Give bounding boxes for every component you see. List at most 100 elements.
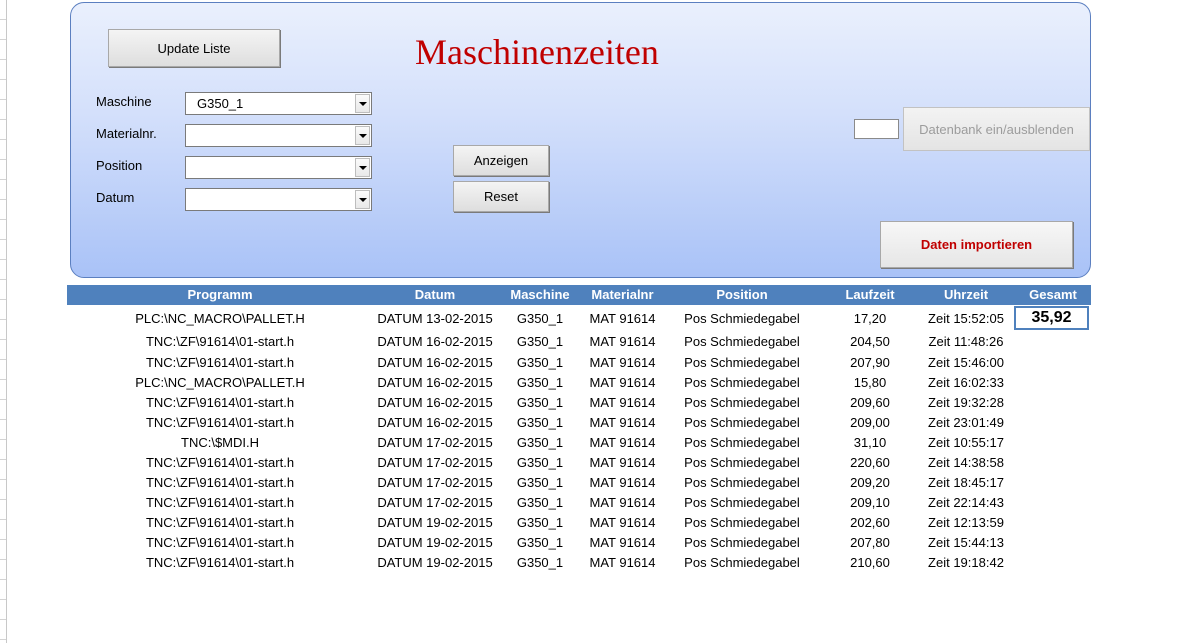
cell-datum: DATUM 17-02-2015 [377, 495, 493, 510]
reset-button[interactable]: Reset [453, 181, 549, 212]
cell-materialnr: MAT 91614 [589, 415, 656, 430]
cell-programm: TNC:\ZF\91614\01-start.h [145, 495, 295, 510]
cell-maschine: G350_1 [516, 355, 564, 370]
update-list-button[interactable]: Update Liste [108, 29, 280, 67]
cell-datum: DATUM 16-02-2015 [377, 375, 493, 390]
chevron-down-icon[interactable] [355, 126, 370, 145]
cell-maschine: G350_1 [516, 435, 564, 450]
cell-laufzeit: 210,60 [850, 555, 890, 570]
header-position: Position [716, 287, 768, 302]
header-datum: Datum [414, 287, 456, 302]
cell-maschine: G350_1 [516, 515, 564, 530]
position-dropdown[interactable] [185, 156, 372, 179]
cell-position: Pos Schmiedegabel [684, 555, 800, 570]
cell-programm: TNC:\ZF\91614\01-start.h [145, 475, 295, 490]
cell-materialnr: MAT 91614 [589, 375, 656, 390]
cell-datum: DATUM 19-02-2015 [377, 535, 493, 550]
cell-materialnr: MAT 91614 [589, 475, 656, 490]
cell-uhrzeit: Zeit 10:55:17 [928, 435, 1004, 450]
cell-programm: TNC:\ZF\91614\01-start.h [145, 555, 295, 570]
cell-programm: PLC:\NC_MACRO\PALLET.H [135, 311, 305, 326]
cell-datum: DATUM 17-02-2015 [377, 455, 493, 470]
cell-maschine: G350_1 [516, 415, 564, 430]
cell-uhrzeit: Zeit 16:02:33 [928, 375, 1004, 390]
cell-position: Pos Schmiedegabel [684, 515, 800, 530]
header-materialnr: Materialnr [591, 287, 654, 302]
cell-position: Pos Schmiedegabel [684, 475, 800, 490]
cell-laufzeit: 31,10 [853, 435, 887, 450]
cell-maschine: G350_1 [516, 375, 564, 390]
cell-programm: TNC:\$MDI.H [181, 435, 259, 450]
cell-maschine: G350_1 [516, 535, 564, 550]
cell-datum: DATUM 16-02-2015 [377, 395, 493, 410]
table-row: TNC:\ZF\91614\01-start.h DATUM 16-02-2015… [0, 415, 1100, 435]
cell-laufzeit: 202,60 [850, 515, 890, 530]
table-row: TNC:\ZF\91614\01-start.h DATUM 19-02-2015… [0, 555, 1100, 575]
import-data-button[interactable]: Daten importieren [880, 221, 1073, 268]
table-row: TNC:\ZF\91614\01-start.h DATUM 16-02-2015… [0, 334, 1100, 354]
cell-datum: DATUM 17-02-2015 [377, 475, 493, 490]
control-panel: Update Liste Maschinenzeiten Maschine G3… [70, 2, 1091, 278]
cell-laufzeit: 15,80 [853, 375, 887, 390]
cell-position: Pos Schmiedegabel [684, 334, 800, 349]
cell-programm: TNC:\ZF\91614\01-start.h [145, 515, 295, 530]
cell-datum: DATUM 16-02-2015 [377, 355, 493, 370]
cell-datum: DATUM 17-02-2015 [377, 435, 493, 450]
show-button[interactable]: Anzeigen [453, 145, 549, 176]
maschine-dropdown[interactable]: G350_1 [185, 92, 372, 115]
toggle-database-button[interactable]: Datenbank ein/ausblenden [903, 107, 1090, 151]
small-input-box[interactable] [854, 119, 899, 139]
cell-position: Pos Schmiedegabel [684, 375, 800, 390]
cell-maschine: G350_1 [516, 395, 564, 410]
chevron-down-icon[interactable] [355, 190, 370, 209]
cell-position: Pos Schmiedegabel [684, 355, 800, 370]
cell-laufzeit: 209,00 [850, 415, 890, 430]
cell-uhrzeit: Zeit 15:46:00 [928, 355, 1004, 370]
cell-datum: DATUM 16-02-2015 [377, 334, 493, 349]
cell-uhrzeit: Zeit 23:01:49 [928, 415, 1004, 430]
table-row: TNC:\ZF\91614\01-start.h DATUM 17-02-2015… [0, 475, 1100, 495]
cell-materialnr: MAT 91614 [589, 395, 656, 410]
total-runtime-cell: 35,92 [1014, 306, 1089, 330]
table-row: TNC:\ZF\91614\01-start.h DATUM 17-02-2015… [0, 455, 1100, 475]
filter-label-maschine: Maschine [96, 94, 152, 109]
cell-laufzeit: 204,50 [850, 334, 890, 349]
cell-uhrzeit: Zeit 22:14:43 [928, 495, 1004, 510]
table-row: PLC:\NC_MACRO\PALLET.H DATUM 13-02-2015 G3… [0, 311, 1100, 331]
cell-position: Pos Schmiedegabel [684, 395, 800, 410]
cell-datum: DATUM 16-02-2015 [377, 415, 493, 430]
table-row: PLC:\NC_MACRO\PALLET.H DATUM 16-02-2015 G3… [0, 375, 1100, 395]
cell-laufzeit: 17,20 [853, 311, 887, 326]
chevron-down-icon[interactable] [355, 94, 370, 113]
cell-programm: TNC:\ZF\91614\01-start.h [145, 535, 295, 550]
table-row: TNC:\ZF\91614\01-start.h DATUM 19-02-2015… [0, 515, 1100, 535]
materialnr-dropdown[interactable] [185, 124, 372, 147]
cell-materialnr: MAT 91614 [589, 535, 656, 550]
cell-materialnr: MAT 91614 [589, 495, 656, 510]
cell-programm: TNC:\ZF\91614\01-start.h [145, 395, 295, 410]
cell-laufzeit: 209,10 [850, 495, 890, 510]
cell-laufzeit: 207,90 [850, 355, 890, 370]
header-gesamt: Gesamt [1029, 287, 1077, 302]
chevron-down-icon[interactable] [355, 158, 370, 177]
cell-materialnr: MAT 91614 [589, 311, 656, 326]
cell-materialnr: MAT 91614 [589, 355, 656, 370]
cell-uhrzeit: Zeit 19:32:28 [928, 395, 1004, 410]
cell-uhrzeit: Zeit 14:38:58 [928, 455, 1004, 470]
cell-position: Pos Schmiedegabel [684, 311, 800, 326]
cell-laufzeit: 220,60 [850, 455, 890, 470]
cell-position: Pos Schmiedegabel [684, 495, 800, 510]
datum-dropdown[interactable] [185, 188, 372, 211]
cell-maschine: G350_1 [516, 334, 564, 349]
cell-materialnr: MAT 91614 [589, 435, 656, 450]
header-laufzeit: Laufzeit [845, 287, 895, 302]
cell-laufzeit: 209,60 [850, 395, 890, 410]
header-uhrzeit: Uhrzeit [943, 287, 989, 302]
header-maschine: Maschine [510, 287, 570, 302]
cell-maschine: G350_1 [516, 311, 564, 326]
maschine-dropdown-value: G350_1 [197, 96, 244, 111]
cell-uhrzeit: Zeit 15:52:05 [928, 311, 1004, 326]
table-row: TNC:\$MDI.H DATUM 17-02-2015 G350_1 MAT 916… [0, 435, 1100, 455]
cell-programm: TNC:\ZF\91614\01-start.h [145, 455, 295, 470]
filter-label-materialnr: Materialnr. [96, 126, 157, 141]
